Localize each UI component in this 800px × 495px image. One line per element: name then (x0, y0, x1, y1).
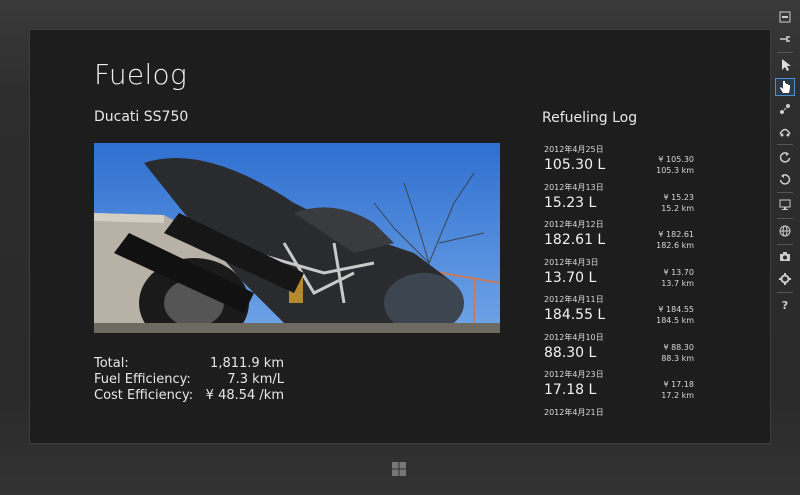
screenshot-camera-icon[interactable] (775, 248, 795, 266)
refueling-log-list[interactable]: 2012年4月25日 105.30 L ¥ 105.30 105.3 km 201… (544, 145, 694, 444)
app-screen: Fuelog Ducati SS750 Total: 1,811.9 km Fu… (29, 29, 771, 444)
log-cost: ¥ 15.23 (663, 192, 694, 202)
log-distance: 17.2 km (661, 391, 694, 400)
refueling-log-title: Refueling Log (542, 110, 638, 126)
log-cost: ¥ 88.30 (663, 342, 694, 352)
stat-label: Fuel Efficiency: (94, 372, 191, 387)
app-title: Fuelog (94, 58, 188, 91)
stat-label: Cost Efficiency: (94, 388, 194, 403)
log-entry[interactable]: 2012年4月11日 184.55 L ¥ 184.55 184.5 km (544, 295, 694, 333)
log-distance: 88.3 km (661, 353, 694, 363)
log-entry[interactable]: 2012年4月13日 15.23 L ¥ 15.23 15.2 km (544, 183, 694, 221)
stat-label: Total: (94, 356, 129, 371)
log-date: 2012年4月21日 (544, 407, 604, 417)
log-entry[interactable]: 2012年4月21日 (544, 407, 694, 444)
log-entry[interactable]: 2012年4月25日 105.30 L ¥ 105.30 105.3 km (544, 145, 694, 183)
pointer-icon[interactable] (775, 56, 795, 74)
log-entry[interactable]: 2012年4月3日 13.70 L ¥ 13.70 13.7 km (544, 258, 694, 296)
log-cost: ¥ 182.61 (658, 230, 694, 239)
stat-value: ¥ 48.54 /km (205, 388, 284, 403)
log-entry[interactable]: 2012年4月23日 17.18 L ¥ 17.18 17.2 km (544, 370, 694, 408)
pinch-zoom-icon[interactable] (775, 100, 795, 118)
simulator-toolbar: ? (774, 4, 796, 334)
log-cost: ¥ 13.70 (663, 267, 694, 277)
bike-name: Ducati SS750 (94, 109, 189, 125)
log-distance: 184.5 km (656, 316, 694, 325)
screen-resolution-icon[interactable] (775, 196, 795, 214)
rotate-counterclockwise-icon[interactable] (775, 170, 795, 188)
stat-total: Total: 1,811.9 km (94, 356, 284, 372)
log-distance: 13.7 km (661, 278, 694, 288)
help-icon[interactable]: ? (775, 296, 795, 314)
minimize-icon[interactable] (775, 8, 795, 26)
summary-stats: Total: 1,811.9 km Fuel Efficiency: 7.3 k… (94, 356, 284, 404)
log-distance: 105.3 km (656, 166, 694, 175)
touch-hand-icon[interactable] (775, 78, 795, 96)
pin-icon[interactable] (775, 30, 795, 48)
stat-value: 1,811.9 km (210, 356, 284, 371)
settings-gear-icon[interactable] (775, 270, 795, 288)
stat-value: 7.3 km/L (227, 372, 284, 387)
rotate-clockwise-icon[interactable] (775, 148, 795, 166)
log-cost: ¥ 17.18 (663, 380, 694, 389)
log-entry[interactable]: 2012年4月10日 88.30 L ¥ 88.30 88.3 km (544, 333, 694, 371)
log-entry[interactable]: 2012年4月12日 182.61 L ¥ 182.61 182.6 km (544, 220, 694, 258)
motorcycle-photo (94, 143, 500, 333)
log-distance: 15.2 km (661, 203, 694, 213)
stat-fuel-efficiency: Fuel Efficiency: 7.3 km/L (94, 372, 284, 388)
log-cost: ¥ 105.30 (658, 155, 694, 164)
location-globe-icon[interactable] (775, 222, 795, 240)
windows-logo-icon[interactable] (391, 461, 407, 477)
swipe-icon[interactable] (775, 122, 795, 140)
stat-cost-efficiency: Cost Efficiency: ¥ 48.54 /km (94, 388, 284, 404)
log-distance: 182.6 km (656, 241, 694, 250)
log-cost: ¥ 184.55 (658, 305, 694, 314)
